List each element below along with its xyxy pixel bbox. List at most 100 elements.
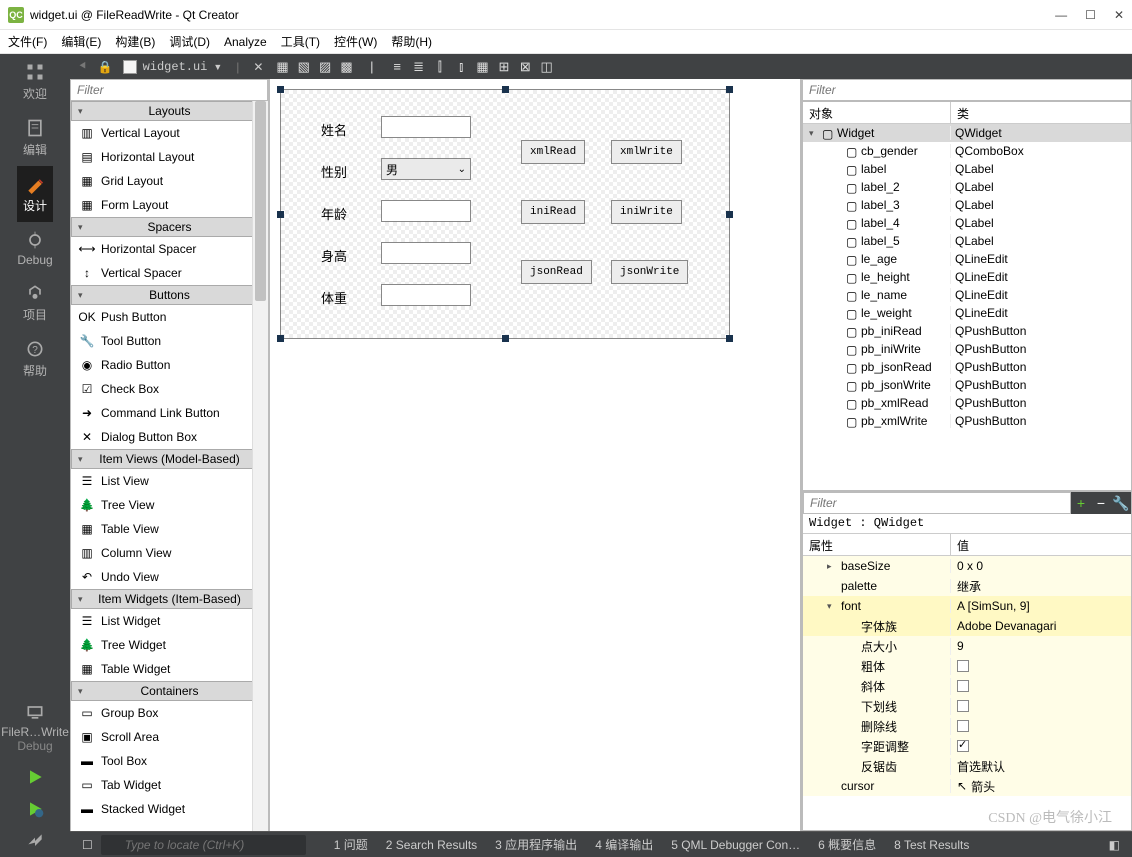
object-tree-row[interactable]: ▢label_4QLabel — [803, 214, 1131, 232]
widget-item[interactable]: ▥Column View — [71, 541, 268, 565]
menu-item[interactable]: 帮助(H) — [391, 33, 432, 50]
property-row[interactable]: palette继承 — [803, 576, 1131, 596]
back-button[interactable]: ⯇ — [78, 59, 88, 74]
label-height[interactable]: 身高 — [321, 246, 347, 265]
object-tree-row[interactable]: ▢le_nameQLineEdit — [803, 286, 1131, 304]
widget-item[interactable]: ✕Dialog Button Box — [71, 425, 268, 449]
add-property-button[interactable]: + — [1071, 492, 1091, 514]
pushbutton-iniread[interactable]: iniRead — [521, 200, 585, 224]
pushbutton-jsonwrite[interactable]: jsonWrite — [611, 260, 688, 284]
resize-handle[interactable] — [726, 86, 733, 93]
hlayout-icon[interactable]: ≡ — [388, 59, 406, 74]
widget-item[interactable]: ➜Command Link Button — [71, 401, 268, 425]
widget-group-header[interactable]: Layouts — [71, 101, 268, 121]
widget-item[interactable]: ↶Undo View — [71, 565, 268, 589]
resize-handle[interactable] — [277, 86, 284, 93]
checkbox[interactable] — [957, 700, 969, 712]
menu-item[interactable]: 构建(B) — [115, 33, 155, 50]
widget-item[interactable]: 🌲Tree View — [71, 493, 268, 517]
build-kit-selector[interactable]: FileR…Write Debug — [0, 694, 70, 761]
widget-item[interactable]: ↕Vertical Spacer — [71, 261, 268, 285]
gridlayout-icon[interactable]: ▦ — [474, 59, 492, 75]
run-button[interactable] — [0, 761, 70, 793]
output-pane-tab[interactable]: 5 QML Debugger Con… — [671, 836, 800, 853]
object-tree-row[interactable]: ▢pb_iniWriteQPushButton — [803, 340, 1131, 358]
widget-item[interactable]: 🔧Tool Button — [71, 329, 268, 353]
widget-item[interactable]: ▦Form Layout — [71, 193, 268, 217]
resize-handle[interactable] — [502, 335, 509, 342]
widget-item[interactable]: ▭Tab Widget — [71, 773, 268, 797]
combobox-gender[interactable]: 男 — [381, 158, 471, 180]
mode-编辑[interactable]: 编辑 — [17, 110, 52, 166]
object-filter-input[interactable] — [802, 79, 1132, 101]
widget-item[interactable]: ▬Stacked Widget — [71, 797, 268, 821]
label-age[interactable]: 年龄 — [321, 204, 347, 223]
label-gender[interactable]: 性别 — [321, 162, 347, 181]
output-pane-tab[interactable]: 1 问题 — [334, 836, 368, 853]
label-weight[interactable]: 体重 — [321, 288, 347, 307]
object-tree-row[interactable]: ▢label_3QLabel — [803, 196, 1131, 214]
hsplit-icon[interactable]: ⫿ — [431, 59, 449, 75]
output-pane-tab[interactable]: 3 应用程序输出 — [495, 836, 577, 853]
resize-handle[interactable] — [726, 335, 733, 342]
adjustsize-icon[interactable]: ◫ — [538, 59, 556, 75]
object-tree-row[interactable]: ▢labelQLabel — [803, 160, 1131, 178]
mode-帮助[interactable]: ?帮助 — [17, 331, 52, 387]
formlayout-icon[interactable]: ⊞ — [495, 59, 513, 75]
property-row[interactable]: cursor↖ 箭头 — [803, 776, 1131, 796]
widget-item[interactable]: 🌲Tree Widget — [71, 633, 268, 657]
object-tree-row[interactable]: ▢label_2QLabel — [803, 178, 1131, 196]
object-tree-row[interactable]: ▢pb_xmlReadQPushButton — [803, 394, 1131, 412]
property-name-header[interactable]: 属性 — [803, 534, 951, 555]
minimize-button[interactable]: — — [1055, 8, 1067, 22]
scrollbar[interactable] — [252, 101, 268, 831]
chevron-down-icon[interactable]: ▼ — [213, 62, 222, 72]
debug-run-button[interactable] — [0, 793, 70, 825]
object-tree-row[interactable]: ▢pb_jsonWriteQPushButton — [803, 376, 1131, 394]
object-tree-row[interactable]: ▾▢WidgetQWidget — [803, 124, 1131, 142]
widget-item[interactable]: ▤Horizontal Layout — [71, 145, 268, 169]
form-widget[interactable]: 姓名 性别 男 年龄 身高 体重 xmlRead xmlWrite iniRea… — [280, 89, 730, 339]
output-pane-tab[interactable]: 2 Search Results — [386, 836, 477, 853]
edit-signals-icon[interactable]: ▧ — [295, 59, 313, 75]
mode-欢迎[interactable]: 欢迎 — [17, 54, 52, 110]
class-col-header[interactable]: 类 — [951, 102, 1131, 123]
widget-group-header[interactable]: Containers — [71, 681, 268, 701]
lineedit-weight[interactable] — [381, 284, 471, 306]
breaklayout-icon[interactable]: ⊠ — [516, 59, 534, 75]
object-tree-row[interactable]: ▢cb_genderQComboBox — [803, 142, 1131, 160]
property-row[interactable]: ▾fontA [SimSun, 9] — [803, 596, 1131, 616]
locator-input[interactable] — [101, 835, 306, 855]
menu-item[interactable]: 工具(T) — [281, 33, 320, 50]
object-tree-row[interactable]: ▢label_5QLabel — [803, 232, 1131, 250]
pushbutton-jsonread[interactable]: jsonRead — [521, 260, 592, 284]
lineedit-age[interactable] — [381, 200, 471, 222]
build-button[interactable] — [0, 825, 70, 857]
edit-widgets-icon[interactable]: ▦ — [273, 59, 291, 75]
widget-group-header[interactable]: Item Widgets (Item-Based) — [71, 589, 268, 609]
lineedit-name[interactable] — [381, 116, 471, 138]
widget-item[interactable]: ▬Tool Box — [71, 749, 268, 773]
menu-item[interactable]: 控件(W) — [334, 33, 377, 50]
widget-item[interactable]: ⟷Horizontal Spacer — [71, 237, 268, 261]
menu-item[interactable]: 调试(D) — [169, 33, 210, 50]
object-col-header[interactable]: 对象 — [803, 102, 951, 123]
output-pane-tab[interactable]: 8 Test Results — [894, 836, 969, 853]
checkbox[interactable] — [957, 740, 969, 752]
property-row[interactable]: 点大小9 — [803, 636, 1131, 656]
widget-group-header[interactable]: Buttons — [71, 285, 268, 305]
expand-panel-icon[interactable]: ◧ — [1109, 838, 1120, 852]
property-row[interactable]: 反锯齿首选默认 — [803, 756, 1131, 776]
vlayout-icon[interactable]: ≣ — [410, 59, 428, 75]
property-row[interactable]: 斜体 — [803, 676, 1131, 696]
object-tree-row[interactable]: ▢le_weightQLineEdit — [803, 304, 1131, 322]
widget-item[interactable]: ▦Table View — [71, 517, 268, 541]
object-tree-row[interactable]: ▢pb_xmlWriteQPushButton — [803, 412, 1131, 430]
vsplit-icon[interactable]: ⫾ — [452, 59, 470, 75]
property-row[interactable]: 下划线 — [803, 696, 1131, 716]
property-filter-input[interactable] — [803, 492, 1071, 514]
maximize-button[interactable]: ☐ — [1085, 8, 1096, 22]
widget-group-header[interactable]: Item Views (Model-Based) — [71, 449, 268, 469]
property-row[interactable]: 删除线 — [803, 716, 1131, 736]
checkbox[interactable] — [957, 660, 969, 672]
